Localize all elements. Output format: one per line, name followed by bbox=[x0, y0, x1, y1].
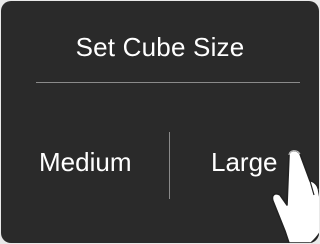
dialog-title: Set Cube Size bbox=[75, 32, 245, 62]
options-divider bbox=[169, 132, 170, 199]
title-divider bbox=[36, 82, 300, 83]
hand-pointer-icon bbox=[271, 149, 319, 243]
medium-size-button[interactable]: Medium bbox=[39, 145, 131, 179]
cube-size-dialog: Set Cube Size Medium Large bbox=[1, 1, 319, 243]
